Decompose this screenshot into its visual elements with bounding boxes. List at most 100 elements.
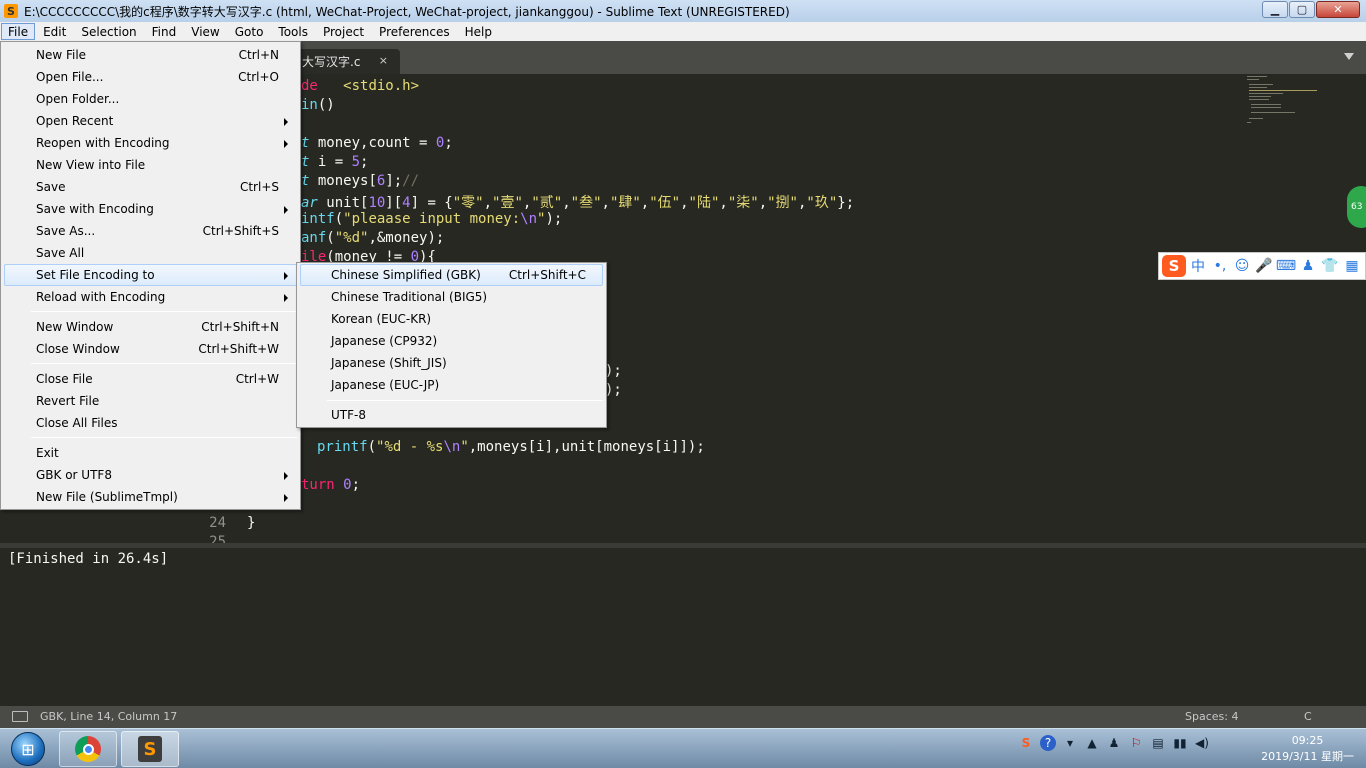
ime-toolbox-icon[interactable]: ▦ <box>1342 256 1362 276</box>
ime-emoji-icon[interactable]: ☺ <box>1232 256 1252 276</box>
menu-item-save-as[interactable]: Save As... Ctrl+Shift+S <box>4 220 297 242</box>
menu-help[interactable]: Help <box>458 23 499 40</box>
tray-show-hidden-icon[interactable]: ▲ <box>1084 735 1100 751</box>
menu-item-japanese-cp932[interactable]: Japanese (CP932) <box>300 330 603 352</box>
code-token: printf <box>317 439 368 455</box>
code-token: " <box>460 439 469 455</box>
menu-item-exit[interactable]: Exit <box>4 442 297 464</box>
menu-edit[interactable]: Edit <box>36 23 73 40</box>
minimize-button[interactable]: ▁ <box>1262 1 1288 18</box>
ime-microphone-icon[interactable]: 🎤 <box>1254 256 1274 276</box>
code-token: , <box>640 195 650 211</box>
tray-flag-icon[interactable]: ⚐ <box>1128 735 1144 751</box>
code-line: turn 0; <box>301 477 360 493</box>
ime-toolbar: S 中 •, ☺ 🎤 ⌨ ♟ 👕 ▦ <box>1158 252 1366 280</box>
start-button[interactable]: ⊞ <box>2 730 54 768</box>
ime-chinese-mode-button[interactable]: 中 <box>1188 256 1208 276</box>
menu-item-new-file-sublimetmpl[interactable]: New File (SublimeTmpl) <box>4 486 297 508</box>
menu-item-japanese-shift-jis[interactable]: Japanese (Shift_JIS) <box>300 352 603 374</box>
menu-item-new-file[interactable]: New File Ctrl+N <box>4 44 297 66</box>
code-token: ( <box>334 211 344 227</box>
menu-item-japanese-euc-jp[interactable]: Japanese (EUC-JP) <box>300 374 603 396</box>
menu-item-korean-euc-kr[interactable]: Korean (EUC-KR) <box>300 308 603 330</box>
menu-item-label: Exit <box>36 446 59 460</box>
menu-item-new-view-into-file[interactable]: New View into File <box>4 154 297 176</box>
menu-separator <box>327 400 603 401</box>
menu-item-save-with-encoding[interactable]: Save with Encoding <box>4 198 297 220</box>
tray-expand-icon[interactable]: ▾ <box>1062 735 1078 751</box>
ime-keyboard-icon[interactable]: ⌨ <box>1276 256 1296 276</box>
syntax-selector[interactable]: C <box>1304 710 1312 723</box>
menu-item-utf-8[interactable]: UTF-8 <box>300 404 603 426</box>
tray-volume-icon[interactable]: ◀) <box>1194 735 1210 751</box>
sublime-icon: S <box>138 736 162 762</box>
code-token: "零" <box>452 195 484 211</box>
menu-item-revert-file[interactable]: Revert File <box>4 390 297 412</box>
tray-qq-icon[interactable]: ♟ <box>1106 735 1122 751</box>
code-token: 5 <box>351 154 361 170</box>
menu-item-reopen-with-encoding[interactable]: Reopen with Encoding <box>4 132 297 154</box>
menu-item-shortcut: Ctrl+Shift+C <box>508 268 586 282</box>
clock[interactable]: 09:25 2019/3/11 星期一 <box>1261 733 1354 765</box>
menu-item-close-all-files[interactable]: Close All Files <box>4 412 297 434</box>
menu-item-new-window[interactable]: New Window Ctrl+Shift+N <box>4 316 297 338</box>
system-tray: S ? ▾ ▲ ♟ ⚐ ▤ ▮▮ ◀) <box>1018 735 1210 751</box>
menu-item-label: Open File... <box>36 70 104 84</box>
menu-item-open-folder[interactable]: Open Folder... <box>4 88 297 110</box>
tab-dropdown-icon[interactable] <box>1344 53 1354 60</box>
menu-tools[interactable]: Tools <box>271 23 315 40</box>
code-token: "%d - %s <box>376 439 444 455</box>
menu-preferences[interactable]: Preferences <box>372 23 457 40</box>
menu-file[interactable]: File <box>1 23 36 40</box>
taskbar-sublime[interactable]: S <box>121 731 179 767</box>
close-button[interactable]: ✕ <box>1316 1 1360 18</box>
show-panel-icon[interactable] <box>12 711 28 722</box>
tray-sogou-icon[interactable]: S <box>1018 735 1034 751</box>
encoding-submenu: Chinese Simplified (GBK) Ctrl+Shift+C Chi… <box>296 262 607 428</box>
file-menu: New File Ctrl+N Open File... Ctrl+O Open F… <box>0 41 301 510</box>
code-token: ); <box>605 382 622 398</box>
tab-close-icon[interactable]: × <box>379 54 388 67</box>
ime-punctuation-icon[interactable]: •, <box>1210 256 1230 276</box>
menu-item-label: Save with Encoding <box>36 202 154 216</box>
menu-item-close-file[interactable]: Close File Ctrl+W <box>4 368 297 390</box>
output-panel[interactable]: [Finished in 26.4s] <box>0 548 1366 706</box>
code-line: t money,count = 0; <box>301 135 453 151</box>
sogou-logo-icon[interactable]: S <box>1162 255 1186 277</box>
menu-project[interactable]: Project <box>316 23 371 40</box>
menu-item-save-all[interactable]: Save All <box>4 242 297 264</box>
tray-network-icon[interactable]: ▮▮ <box>1172 735 1188 751</box>
menu-item-set-file-encoding[interactable]: Set File Encoding to <box>4 264 297 286</box>
code-token: turn <box>301 477 335 493</box>
menu-find[interactable]: Find <box>145 23 184 40</box>
taskbar: ⊞ S S ? ▾ ▲ ♟ ⚐ ▤ ▮▮ ◀) 09:25 2019/3/11 … <box>0 728 1366 768</box>
code-token: "叁" <box>570 195 602 211</box>
code-token: ( <box>367 439 377 455</box>
menu-item-save[interactable]: Save Ctrl+S <box>4 176 297 198</box>
code-token: ; <box>351 477 361 493</box>
ime-skin-icon[interactable]: 👕 <box>1320 256 1340 276</box>
ime-user-icon[interactable]: ♟ <box>1298 256 1318 276</box>
menu-item-chinese-traditional-big5[interactable]: Chinese Traditional (BIG5) <box>300 286 603 308</box>
menu-selection[interactable]: Selection <box>74 23 143 40</box>
menu-view[interactable]: View <box>184 23 226 40</box>
menu-item-chinese-simplified-gbk[interactable]: Chinese Simplified (GBK) Ctrl+Shift+C <box>300 264 603 286</box>
menu-item-close-window[interactable]: Close Window Ctrl+Shift+W <box>4 338 297 360</box>
taskbar-chrome[interactable] <box>59 731 117 767</box>
minimap[interactable] <box>1243 74 1323 134</box>
menu-item-open-file[interactable]: Open File... Ctrl+O <box>4 66 297 88</box>
code-token: "pleaase input money: <box>343 211 521 227</box>
tray-device-icon[interactable]: ▤ <box>1150 735 1166 751</box>
chrome-icon <box>75 736 101 762</box>
maximize-button[interactable]: ▢ <box>1289 1 1315 18</box>
menu-item-shortcut: Ctrl+Shift+N <box>201 320 279 334</box>
menu-goto[interactable]: Goto <box>228 23 271 40</box>
menu-item-reload-with-encoding[interactable]: Reload with Encoding <box>4 286 297 308</box>
indentation-setting[interactable]: Spaces: 4 <box>1185 710 1238 723</box>
tab-file[interactable]: 大写汉字.c × <box>290 49 400 74</box>
tray-help-icon[interactable]: ? <box>1040 735 1056 751</box>
menu-item-gbk-or-utf8[interactable]: GBK or UTF8 <box>4 464 297 486</box>
menu-item-open-recent[interactable]: Open Recent <box>4 110 297 132</box>
code-token: () <box>317 97 335 113</box>
